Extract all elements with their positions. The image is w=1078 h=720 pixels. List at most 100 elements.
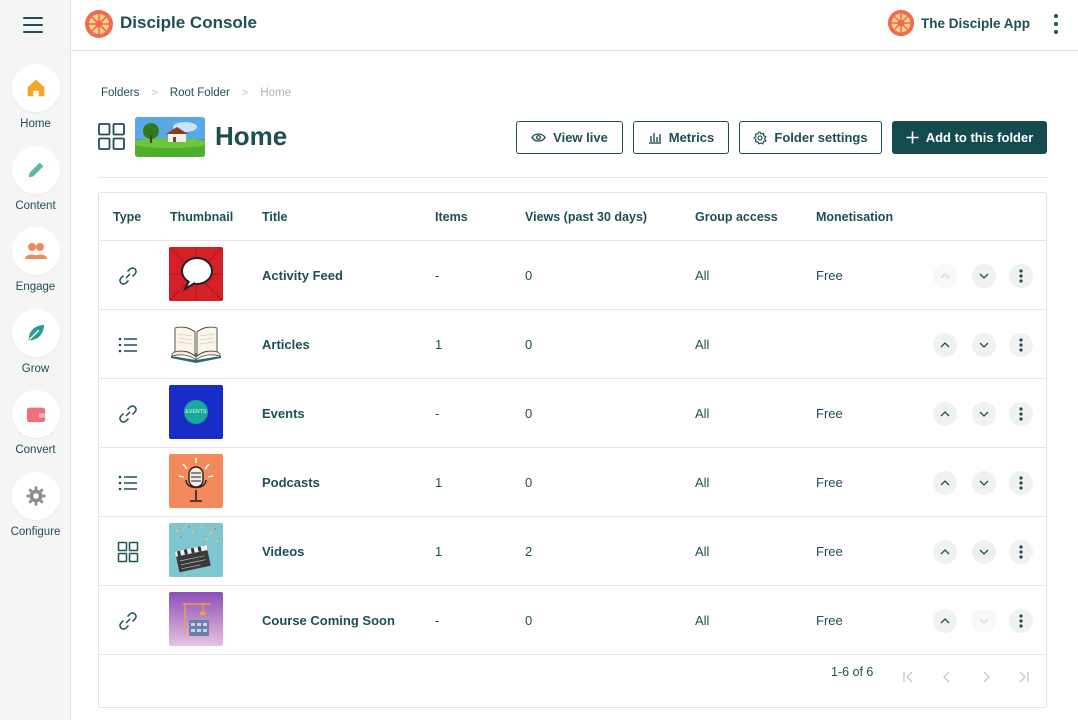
row-more-button[interactable] (1009, 402, 1033, 426)
row-title[interactable]: Articles (262, 310, 310, 379)
folder-thumbnail (135, 117, 205, 157)
metrics-button[interactable]: Metrics (633, 121, 729, 154)
gear-icon (11, 472, 60, 520)
menu-icon[interactable] (23, 17, 43, 35)
move-down-button[interactable] (972, 402, 996, 426)
more-vertical-icon (1019, 269, 1023, 283)
row-items: 1 (435, 337, 443, 352)
move-down-button[interactable] (972, 471, 996, 495)
pencil-icon (11, 146, 60, 194)
app-avatar[interactable] (887, 9, 915, 37)
chevron-up-icon (940, 411, 950, 417)
move-up-button[interactable] (933, 402, 957, 426)
activity-feed-thumbnail (169, 247, 223, 301)
sidebar-item-home[interactable]: Home (0, 64, 71, 130)
row-items: 1 (435, 475, 443, 490)
column-header-type: Type (113, 210, 142, 224)
row-more-button[interactable] (1009, 609, 1033, 633)
list-icon (118, 337, 137, 353)
view-live-button[interactable]: View live (516, 121, 623, 154)
breadcrumb: Folders > Root Folder > Home (101, 87, 291, 99)
more-vertical-icon (1019, 338, 1023, 352)
course-thumbnail (169, 592, 223, 646)
row-title[interactable]: Podcasts (262, 448, 320, 517)
more-vertical-icon (1019, 407, 1023, 421)
view-live-label: View live (553, 130, 608, 145)
row-access: All (695, 475, 710, 490)
row-monetisation: Free (816, 544, 843, 559)
sidebar-item-engage[interactable]: Engage (0, 227, 71, 293)
chevron-right-icon: > (151, 87, 158, 99)
breadcrumb-folders[interactable]: Folders (101, 87, 139, 99)
app-switcher-name[interactable]: The Disciple App (921, 16, 1030, 31)
row-title[interactable]: Activity Feed (262, 241, 343, 310)
first-page-icon[interactable] (900, 669, 916, 685)
row-monetisation: Free (816, 268, 843, 283)
header-more-icon[interactable] (1051, 14, 1061, 34)
row-access: All (695, 613, 710, 628)
table-row[interactable]: Videos 1 2 All Free (99, 517, 1046, 586)
breadcrumb-current: Home (260, 87, 292, 99)
table-row[interactable]: Podcasts 1 0 All Free (99, 448, 1046, 517)
move-up-button[interactable] (933, 609, 957, 633)
row-more-button[interactable] (1009, 264, 1033, 288)
row-title[interactable]: Videos (262, 517, 304, 586)
previous-page-icon[interactable] (939, 669, 955, 685)
events-thumbnail: EVENTS (169, 385, 223, 439)
move-up-button[interactable] (933, 540, 957, 564)
row-more-button[interactable] (1009, 333, 1033, 357)
table-row[interactable]: EVENTS Events - 0 All Free (99, 379, 1046, 448)
content-table: Type Thumbnail Title Items Views (past 3… (98, 192, 1047, 708)
more-vertical-icon (1019, 614, 1023, 628)
row-more-button[interactable] (1009, 471, 1033, 495)
move-up-button[interactable] (933, 264, 957, 288)
chevron-up-icon (940, 342, 950, 348)
add-to-folder-button[interactable]: Add to this folder (892, 121, 1047, 154)
sidebar-item-label: Configure (10, 526, 61, 538)
row-more-button[interactable] (1009, 540, 1033, 564)
podcasts-thumbnail (169, 454, 223, 508)
sidebar-item-grow[interactable]: Grow (0, 309, 71, 375)
link-icon (119, 612, 137, 630)
column-header-monetisation: Monetisation (816, 210, 894, 224)
sidebar-item-content[interactable]: Content (0, 146, 71, 212)
row-monetisation: Free (816, 406, 843, 421)
sidebar-item-convert[interactable]: Convert (0, 390, 71, 456)
move-down-button[interactable] (972, 540, 996, 564)
folder-grid-icon (98, 123, 125, 150)
row-title[interactable]: Events (262, 379, 305, 448)
last-page-icon[interactable] (1016, 669, 1032, 685)
folder-settings-label: Folder settings (774, 130, 868, 145)
chevron-up-icon (940, 618, 950, 624)
row-title[interactable]: Course Coming Soon (262, 586, 395, 655)
row-items: - (435, 406, 440, 421)
column-header-group-access: Group access (695, 210, 778, 224)
videos-thumbnail (169, 523, 223, 577)
next-page-icon[interactable] (978, 669, 994, 685)
column-header-items: Items (435, 210, 468, 224)
breadcrumb-root-folder[interactable]: Root Folder (170, 87, 230, 99)
sidebar-item-configure[interactable]: Configure (0, 472, 71, 538)
row-monetisation: Free (816, 613, 843, 628)
metrics-label: Metrics (668, 130, 715, 145)
move-down-button[interactable] (972, 264, 996, 288)
chevron-down-icon (979, 480, 989, 486)
table-row[interactable]: Course Coming Soon - 0 All Free (99, 586, 1046, 655)
move-up-button[interactable] (933, 333, 957, 357)
move-down-button[interactable] (972, 333, 996, 357)
events-badge: EVENTS (184, 400, 208, 424)
page-title: Home (215, 121, 288, 151)
folder-settings-button[interactable]: Folder settings (739, 121, 882, 154)
articles-thumbnail (169, 316, 223, 370)
chevron-down-icon (979, 411, 989, 417)
chevron-down-icon (979, 342, 989, 348)
plus-icon (906, 131, 919, 144)
column-header-views: Views (past 30 days) (525, 210, 648, 224)
chevron-up-icon (940, 273, 950, 279)
eye-icon (531, 133, 546, 142)
table-row[interactable]: Activity Feed - 0 All Free (99, 241, 1046, 310)
move-down-button[interactable] (972, 609, 996, 633)
table-row[interactable]: Articles 1 0 All (99, 310, 1046, 379)
column-header-thumbnail: Thumbnail (170, 210, 234, 224)
move-up-button[interactable] (933, 471, 957, 495)
